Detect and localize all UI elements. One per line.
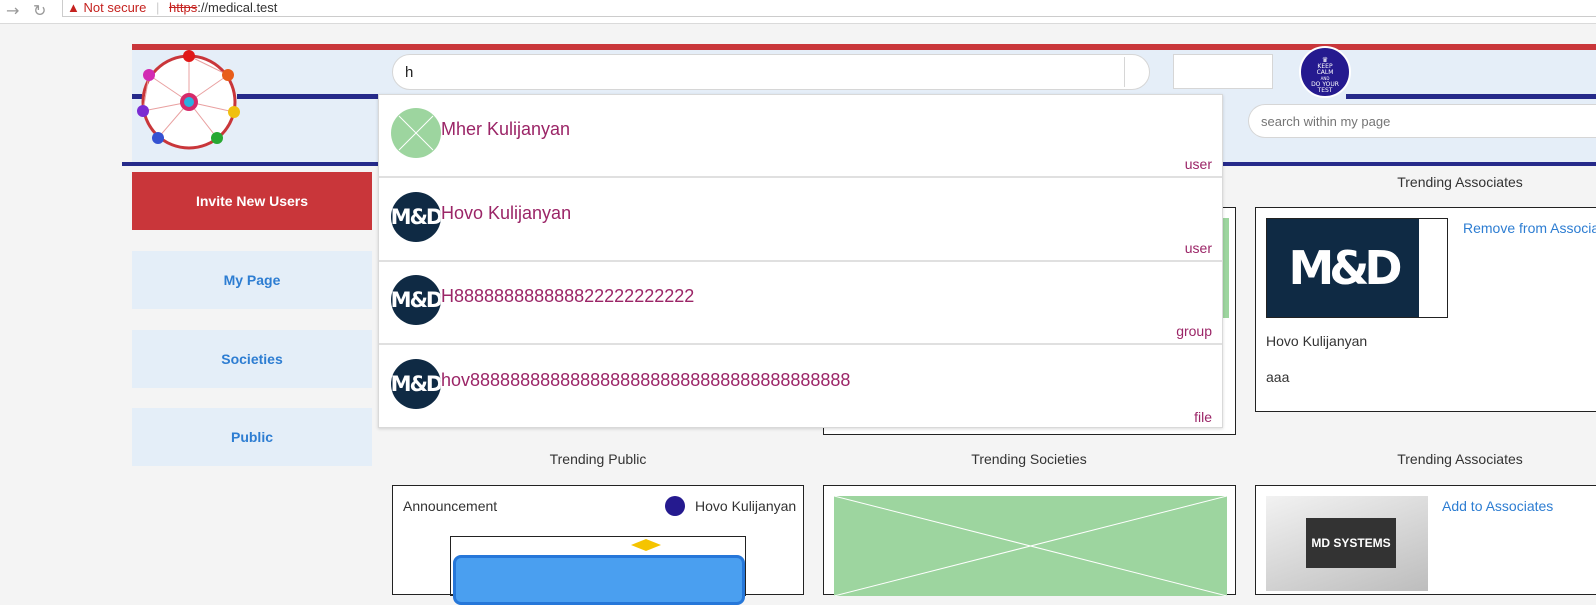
warning-triangle-icon: ▲ [67,0,80,15]
header-select-box[interactable] [1173,54,1273,89]
global-search-input[interactable]: h [392,54,1150,90]
result-type: user [1184,156,1212,172]
header-navy-stripe-mid [237,94,387,99]
result-name: H888888888888822222222222 [441,286,695,306]
systems-sign: MD SYSTEMS [1306,518,1396,568]
md-avatar-icon: M&D [391,192,441,242]
search-within-page-input[interactable] [1248,104,1596,138]
site-logo[interactable] [136,48,242,152]
associate-card-2[interactable]: MD SYSTEMS Add to Associates [1255,485,1596,595]
header-navy-stripe-right [1346,94,1596,99]
badge-line-5: TEST [1317,87,1333,94]
search-result-item[interactable]: M&D H888888888888822222222222 group [379,262,1222,345]
result-type: user [1184,240,1212,256]
remove-from-associates-link[interactable]: Remove from Associates [1463,220,1596,236]
url-scheme: https [169,0,198,15]
trending-associates-title-2: Trending Associates [1397,451,1523,467]
post-title: Announcement [403,498,498,514]
security-label: Not secure [83,0,147,15]
search-result-item[interactable]: Mher Kulijanyan user [379,95,1222,178]
search-results-dropdown: Mher Kulijanyan user M&D Hovo Kulijanyan… [378,94,1223,428]
browser-toolbar: → ↻ ▲ Not secure | https://medical.test [0,0,1596,24]
forward-arrow-icon[interactable]: → [6,1,19,20]
search-result-item[interactable]: M&D Hovo Kulijanyan user [379,179,1222,262]
post-author[interactable]: Hovo Kulijanyan [695,498,796,514]
associate-text: aaa [1266,369,1290,385]
associate-name[interactable]: Hovo Kulijanyan [1266,333,1367,349]
image-placeholder-icon [834,496,1227,596]
profile-avatar[interactable]: ♛ KEEP CALM AND DO YOUR TEST [1299,46,1351,98]
associate-logo-frame: M&D [1266,218,1448,318]
md-logo-image: M&D [1267,219,1419,317]
add-to-associates-link[interactable]: Add to Associates [1442,498,1553,514]
public-post-card[interactable]: Announcement Hovo Kulijanyan [392,485,804,605]
md-avatar-icon: M&D [391,275,441,325]
result-name: hov8888888888888888888888888888888888888… [441,370,851,390]
md-avatar-icon: M&D [391,359,441,409]
systems-logo-image: MD SYSTEMS [1266,496,1428,591]
trending-societies-title: Trending Societies [971,451,1087,467]
result-name: Mher Kulijanyan [441,119,571,139]
search-result-item[interactable]: M&D hov888888888888888888888888888888888… [379,346,1222,429]
sidebar-item-my-page[interactable]: My Page [132,251,372,309]
trending-associates-title: Trending Associates [1397,174,1523,190]
sidebar-item-public[interactable]: Public [132,408,372,466]
sidebar-item-societies[interactable]: Societies [132,330,372,388]
header-red-stripe [132,44,1596,50]
result-type: group [1176,323,1212,339]
url-host: ://medical.test [197,0,278,15]
search-divider [1124,57,1125,87]
result-type: file [1194,409,1212,425]
reload-icon[interactable]: ↻ [33,1,46,20]
search-value: h [405,64,414,81]
address-bar[interactable]: ▲ Not secure | https://medical.test [62,0,1596,17]
trending-public-title: Trending Public [549,451,647,467]
avatar-placeholder-icon [391,108,441,158]
invite-new-users-button[interactable]: Invite New Users [132,172,372,230]
post-image-shape [453,555,745,605]
society-card[interactable] [823,485,1236,596]
diamond-icon [631,539,661,551]
author-avatar[interactable] [665,496,685,516]
result-name: Hovo Kulijanyan [441,203,572,223]
post-image [450,536,746,605]
associate-card: M&D Remove from Associates Hovo Kulijany… [1255,207,1596,412]
